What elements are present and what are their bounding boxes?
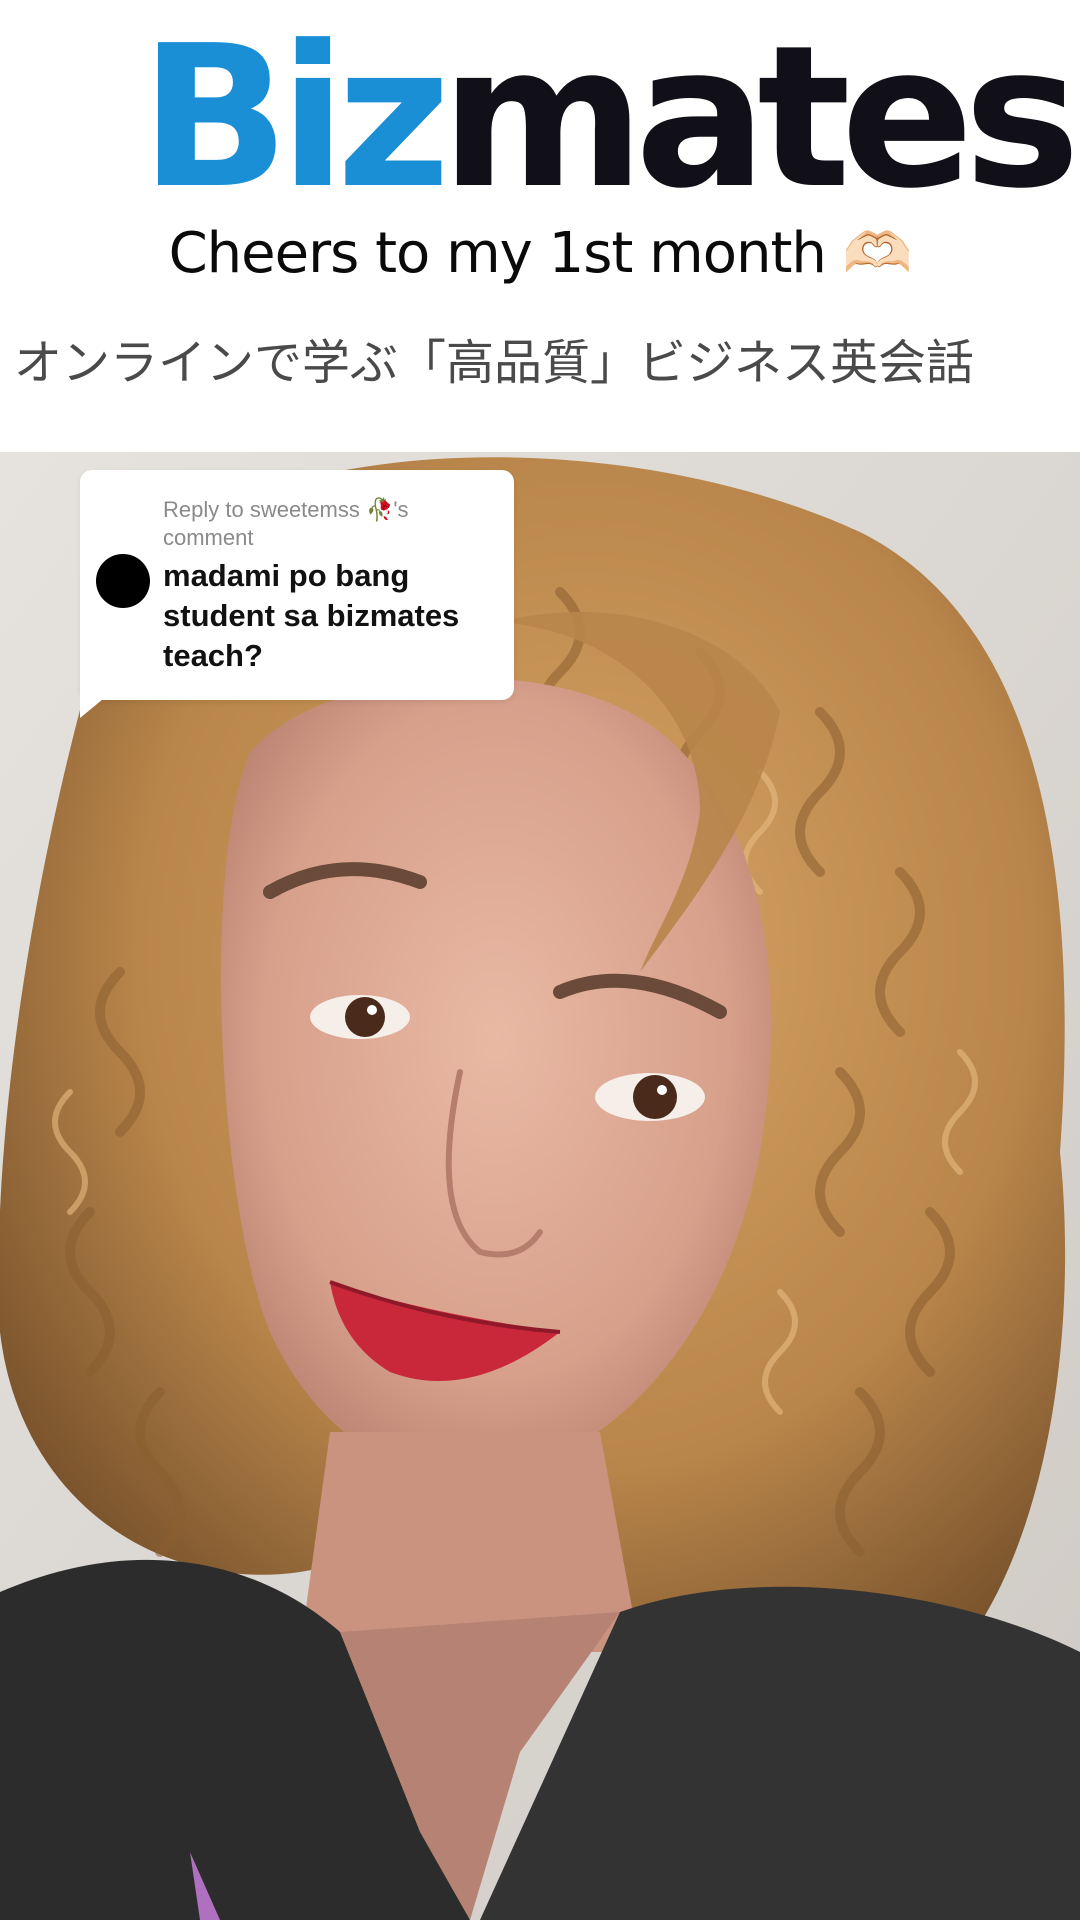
commenter-avatar[interactable] [96, 554, 150, 608]
reply-card-tail [80, 690, 114, 718]
reply-comment-text: madami po bang student sa bizmates teach… [163, 558, 460, 673]
logo-biz-text: Biz [140, 4, 451, 232]
tagline-caption: Cheers to my 1st month 🫶🏻 [168, 221, 913, 286]
reply-heading: Reply to sweetemss 🥀's comment [163, 497, 409, 550]
video-header: Bizmates Cheers to my 1st month 🫶🏻 オンライン… [0, 0, 1080, 452]
japanese-subtitle: オンラインで学ぶ「高品質」ビジネス英会話 [14, 335, 975, 391]
logo-mates-text: mates [440, 4, 1080, 232]
bizmates-logo: Bizmates [140, 18, 1080, 218]
